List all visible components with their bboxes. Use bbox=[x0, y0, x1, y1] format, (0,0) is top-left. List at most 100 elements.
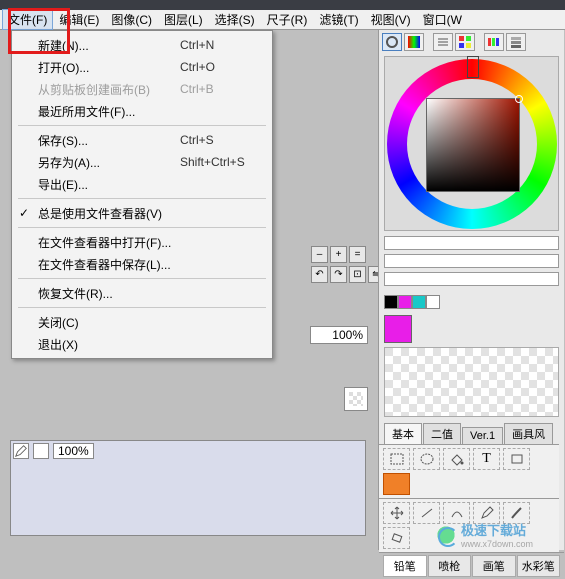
sv-square[interactable] bbox=[426, 98, 520, 192]
menu-item-label: 总是使用文件查看器(V) bbox=[38, 205, 180, 222]
menu-1[interactable]: 编辑(E) bbox=[53, 9, 105, 30]
menu-item-label: 保存(S)... bbox=[38, 132, 180, 149]
swatch[interactable] bbox=[426, 295, 440, 309]
preset-tab[interactable]: 基本 bbox=[384, 423, 422, 444]
menubar: 文件(F)编辑(E)图像(C)图层(L)选择(S)尺子(R)滤镜(T)视图(V)… bbox=[0, 10, 565, 30]
pen-icon bbox=[13, 443, 29, 459]
brush-tab[interactable]: 铅笔 bbox=[383, 555, 427, 577]
swatches-icon[interactable] bbox=[455, 33, 475, 51]
menu-7[interactable]: 视图(V) bbox=[365, 9, 417, 30]
menu-3[interactable]: 图层(L) bbox=[158, 9, 209, 30]
rotate-button[interactable]: ↶ bbox=[311, 266, 328, 283]
shape-icon[interactable] bbox=[503, 448, 530, 470]
menu-item[interactable]: 最近所用文件(F)... bbox=[12, 100, 272, 122]
zoom-button[interactable]: + bbox=[330, 246, 347, 263]
brush-tab[interactable]: 画笔 bbox=[472, 555, 516, 577]
menu-item[interactable]: 打开(O)...Ctrl+O bbox=[12, 56, 272, 78]
layer-panel: 100% bbox=[10, 440, 366, 536]
menu-4[interactable]: 选择(S) bbox=[209, 9, 261, 30]
slider-box bbox=[379, 233, 564, 293]
menu-item[interactable]: 另存为(A)...Shift+Ctrl+S bbox=[12, 151, 272, 173]
menu-5[interactable]: 尺子(R) bbox=[261, 9, 314, 30]
move-icon[interactable] bbox=[383, 502, 410, 524]
menu-item[interactable]: 导出(E)... bbox=[12, 173, 272, 195]
brush-preset-tabs: 基本二值Ver.1画具风 bbox=[379, 419, 564, 444]
swatch[interactable] bbox=[412, 295, 426, 309]
menu-item[interactable]: 退出(X) bbox=[12, 333, 272, 355]
line-icon[interactable] bbox=[413, 502, 440, 524]
ring-icon[interactable] bbox=[382, 33, 402, 51]
menu-2[interactable]: 图像(C) bbox=[105, 9, 158, 30]
menu-item-shortcut: Ctrl+S bbox=[180, 133, 260, 147]
history-icon[interactable] bbox=[506, 33, 526, 51]
brush-icon[interactable] bbox=[503, 502, 530, 524]
rotate-controls: ↶↷⊡⇋ bbox=[311, 266, 385, 283]
brush-tab[interactable]: 喷枪 bbox=[428, 555, 472, 577]
swatch[interactable] bbox=[384, 295, 398, 309]
zoom-controls: –+= bbox=[311, 246, 366, 263]
color-slider[interactable] bbox=[384, 254, 559, 268]
menu-0[interactable]: 文件(F) bbox=[2, 9, 53, 30]
menu-item-label: 在文件查看器中保存(L)... bbox=[38, 256, 180, 273]
layer-opacity[interactable]: 100% bbox=[53, 443, 94, 459]
menu-item-shortcut: Ctrl+B bbox=[180, 82, 260, 96]
curve-icon[interactable] bbox=[443, 502, 470, 524]
check-icon: ✓ bbox=[19, 206, 29, 220]
menu-item-label: 关闭(C) bbox=[38, 314, 180, 331]
tool-grid: T bbox=[379, 444, 559, 498]
menu-item[interactable]: 保存(S)...Ctrl+S bbox=[12, 129, 272, 151]
menu-item[interactable]: ✓ 总是使用文件查看器(V) bbox=[12, 202, 272, 224]
hue-indicator[interactable] bbox=[467, 56, 479, 78]
menu-6[interactable]: 滤镜(T) bbox=[313, 9, 364, 30]
swatch[interactable] bbox=[398, 295, 412, 309]
preset-tab[interactable]: 二值 bbox=[423, 423, 461, 444]
bucket-icon[interactable] bbox=[443, 448, 470, 470]
menu-item[interactable]: 关闭(C) bbox=[12, 311, 272, 333]
menu-item[interactable]: 在文件查看器中打开(F)... bbox=[12, 231, 272, 253]
color-wheel[interactable] bbox=[384, 56, 559, 231]
menu-item-label: 另存为(A)... bbox=[38, 154, 180, 171]
tool-grid-2 bbox=[379, 498, 559, 552]
spectrum-icon[interactable] bbox=[404, 33, 424, 51]
select-free-icon[interactable] bbox=[413, 448, 440, 470]
preset-tab[interactable]: 画具风 bbox=[504, 423, 553, 444]
select-rect-icon[interactable] bbox=[383, 448, 410, 470]
current-color-swatch[interactable] bbox=[384, 315, 412, 343]
zoom-button[interactable]: – bbox=[311, 246, 328, 263]
menu-item-label: 最近所用文件(F)... bbox=[38, 103, 180, 120]
rotate-button[interactable]: ⊡ bbox=[349, 266, 366, 283]
right-panel: 基本二值Ver.1画具风 T 铅笔喷枪画笔水彩笔 bbox=[378, 30, 564, 550]
menu-item-label: 恢复文件(R)... bbox=[38, 285, 180, 302]
zoom-percent-display[interactable]: 100% bbox=[310, 326, 368, 344]
color-slider[interactable] bbox=[384, 236, 559, 250]
brush-tabs: 铅笔喷枪画笔水彩笔 bbox=[379, 552, 564, 579]
color-icon[interactable] bbox=[383, 473, 410, 495]
scratchpad[interactable] bbox=[384, 347, 559, 417]
file-menu-dropdown: 新建(N)...Ctrl+N打开(O)...Ctrl+O从剪贴板创建画布(B)C… bbox=[11, 30, 273, 359]
menu-item-label: 新建(N)... bbox=[38, 37, 180, 54]
menu-item[interactable]: 在文件查看器中保存(L)... bbox=[12, 253, 272, 275]
preset-tab[interactable]: Ver.1 bbox=[462, 427, 503, 444]
navigator-thumbnail[interactable] bbox=[344, 387, 368, 411]
menu-item-label: 导出(E)... bbox=[38, 176, 180, 193]
menu-item-label: 从剪贴板创建画布(B) bbox=[38, 81, 180, 98]
swatch-row bbox=[379, 293, 564, 311]
menu-item: 从剪贴板创建画布(B)Ctrl+B bbox=[12, 78, 272, 100]
sliders-icon[interactable] bbox=[433, 33, 453, 51]
eraser-icon[interactable] bbox=[383, 527, 410, 549]
menu-item-label: 打开(O)... bbox=[38, 59, 180, 76]
color-slider[interactable] bbox=[384, 272, 559, 286]
menu-item-shortcut: Ctrl+O bbox=[180, 60, 260, 74]
menu-item[interactable]: 恢复文件(R)... bbox=[12, 282, 272, 304]
rotate-button[interactable]: ↷ bbox=[330, 266, 347, 283]
zoom-button[interactable]: = bbox=[349, 246, 366, 263]
brush-tab[interactable]: 水彩笔 bbox=[517, 555, 561, 577]
layer-swatch bbox=[33, 443, 49, 459]
menu-8[interactable]: 窗口(W bbox=[417, 9, 468, 30]
text-icon[interactable]: T bbox=[473, 448, 500, 470]
pen-icon[interactable] bbox=[473, 502, 500, 524]
color-mode-toolbar bbox=[379, 30, 564, 54]
palette-icon[interactable] bbox=[484, 33, 504, 51]
menu-item-label: 在文件查看器中打开(F)... bbox=[38, 234, 180, 251]
menu-item[interactable]: 新建(N)...Ctrl+N bbox=[12, 34, 272, 56]
